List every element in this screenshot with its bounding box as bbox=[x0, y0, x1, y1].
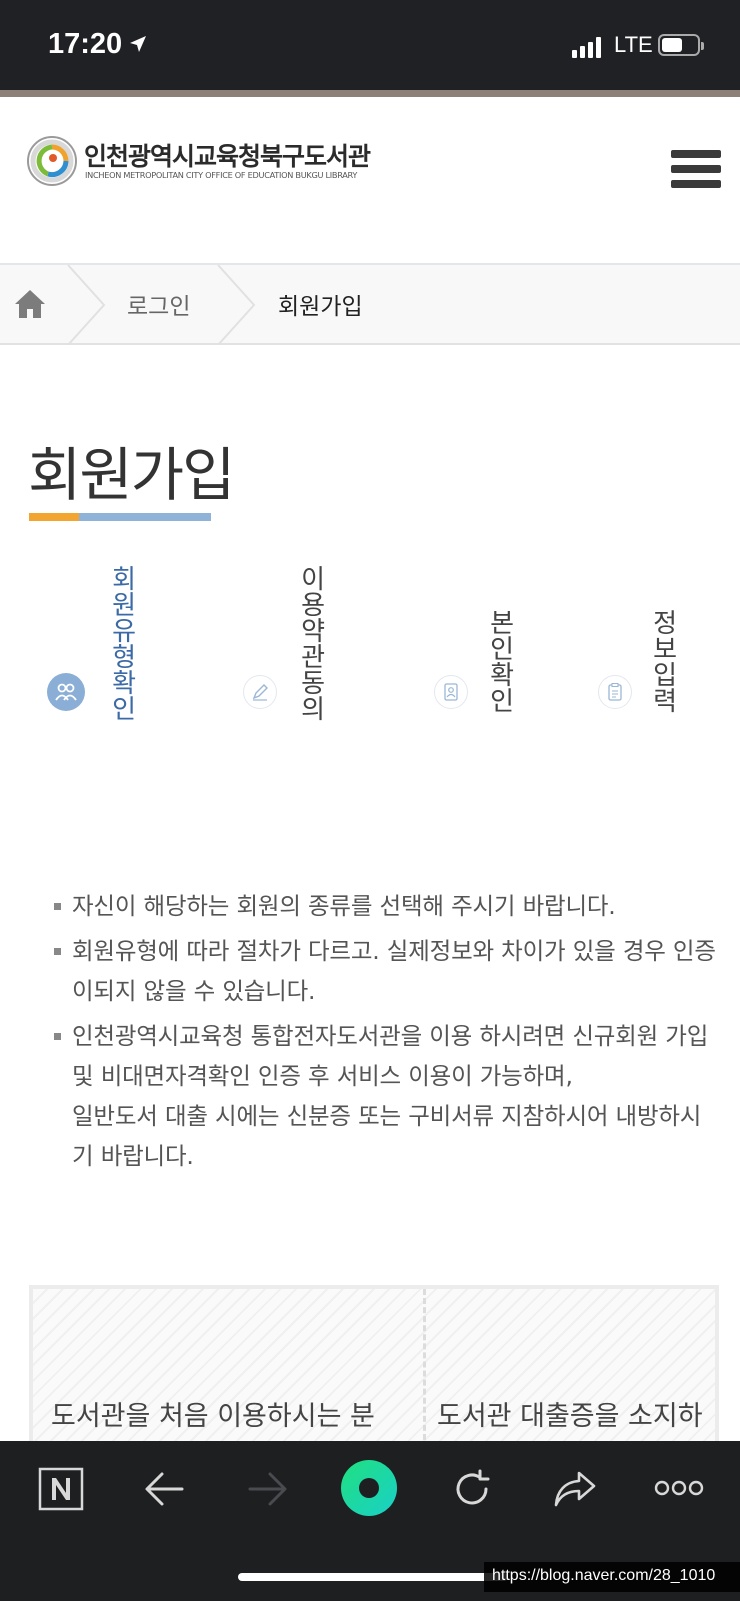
more-options-icon[interactable] bbox=[652, 1473, 706, 1503]
status-time: 17:20 bbox=[48, 28, 123, 60]
back-arrow-icon[interactable] bbox=[142, 1469, 186, 1509]
forward-arrow-icon[interactable] bbox=[246, 1469, 290, 1509]
note-text: 인천광역시교육청 통합전자도서관을 이용 하시려면 신규회원 가입 및 비대면자… bbox=[72, 1022, 709, 1090]
library-logo-icon[interactable] bbox=[26, 135, 78, 187]
breadcrumb-current: 회원가입 bbox=[278, 294, 363, 320]
divider bbox=[423, 1289, 426, 1445]
share-icon[interactable] bbox=[552, 1467, 598, 1511]
note-text: 일반도서 대출 시에는 신분증 또는 구비서류 지참하시어 내방하시기 바랍니다… bbox=[72, 1102, 702, 1170]
location-arrow-icon bbox=[130, 36, 146, 52]
green-dot-icon[interactable] bbox=[340, 1459, 398, 1517]
library-name-english: INCHEON METROPOLITAN CITY OFFICE OF EDUC… bbox=[85, 170, 358, 180]
breadcrumb-login[interactable]: 로그인 bbox=[127, 287, 190, 321]
cellular-signal-icon bbox=[572, 36, 601, 58]
step-member-type: 회원유형확인 bbox=[106, 565, 137, 721]
member-type-first-time[interactable]: 도서관을 처음 이용하시는 분 bbox=[51, 1394, 375, 1433]
refresh-icon[interactable] bbox=[450, 1467, 494, 1511]
breadcrumb-separator-icon bbox=[217, 265, 256, 345]
naver-home-icon[interactable] bbox=[38, 1467, 84, 1511]
step-info-input: 정보입력 bbox=[647, 609, 678, 713]
signup-notes: 자신이 해당하는 회원의 종류를 선택해 주시기 바랍니다. 회원유형에 따라 … bbox=[50, 886, 720, 1181]
battery-icon bbox=[658, 34, 704, 56]
home-icon[interactable] bbox=[12, 287, 48, 321]
terms-agree-icon bbox=[243, 675, 277, 709]
list-item: 자신이 해당하는 회원의 종류를 선택해 주시기 바랍니다. bbox=[50, 886, 720, 926]
member-type-card-holder[interactable]: 도서관 대출증을 소지하 bbox=[437, 1394, 703, 1433]
network-type: LTE bbox=[614, 32, 653, 57]
breadcrumb-separator-icon bbox=[67, 265, 106, 345]
site-header: 인천광역시교육청북구도서관 INCHEON METROPOLITAN CITY … bbox=[0, 97, 740, 265]
list-item: 회원유형에 따라 절차가 다르고. 실제정보와 차이가 있을 경우 인증이되지 … bbox=[50, 931, 720, 1011]
member-type-selector: 도서관을 처음 이용하시는 분 도서관 대출증을 소지하 bbox=[29, 1285, 719, 1445]
info-input-icon bbox=[598, 675, 632, 709]
identity-verify-icon bbox=[434, 675, 468, 709]
member-type-icon bbox=[47, 673, 85, 711]
list-item: 인천광역시교육청 통합전자도서관을 이용 하시려면 신규회원 가입 및 비대면자… bbox=[50, 1016, 720, 1176]
page-title: 회원가입 bbox=[28, 441, 235, 509]
step-identity-verification: 본인확인 bbox=[484, 609, 515, 713]
home-indicator[interactable] bbox=[238, 1573, 508, 1581]
breadcrumb: 로그인 회원가입 bbox=[0, 265, 740, 345]
library-name[interactable]: 인천광역시교육청북구도서관 bbox=[84, 137, 371, 173]
step-terms-agreement: 이용약관동의 bbox=[295, 565, 326, 721]
top-accent-bar bbox=[0, 90, 740, 97]
title-underline bbox=[29, 513, 211, 521]
status-bar: 17:20 LTE bbox=[0, 0, 740, 90]
menu-icon[interactable] bbox=[671, 150, 721, 192]
watermark-url: https://blog.naver.com/28_1010 bbox=[484, 1562, 740, 1592]
